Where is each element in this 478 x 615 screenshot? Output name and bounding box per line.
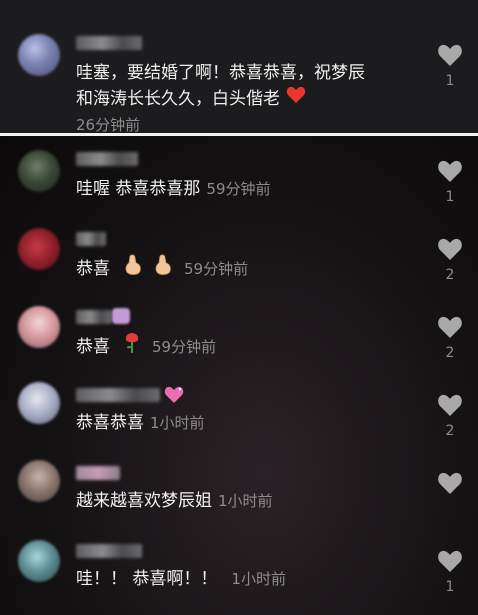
comment-text-content: 越来越喜欢梦辰姐 <box>76 491 212 511</box>
comment-text-content: 恭喜 <box>76 259 110 279</box>
pinched-fingers-emoji <box>124 254 142 284</box>
comment-time: 59分钟前 <box>206 180 271 198</box>
comment-time: 59分钟前 <box>184 260 249 278</box>
avatar[interactable] <box>18 34 60 76</box>
heart-icon <box>438 44 462 66</box>
comment-text: 哇喔 恭喜恭喜那 59分钟前 <box>76 176 271 202</box>
like-button[interactable]: 1 <box>436 550 464 595</box>
heart-icon <box>438 160 462 182</box>
sparkling-heart-emoji <box>164 386 184 404</box>
comment-text-content: 恭喜恭喜 <box>76 413 144 433</box>
comment-text-content: 恭喜 <box>76 337 110 357</box>
comment-text: 越来越喜欢梦辰姐 1小时前 <box>76 488 273 514</box>
like-button[interactable]: 2 <box>436 394 464 439</box>
like-button[interactable]: 1 <box>436 44 464 89</box>
username-blurred[interactable] <box>76 152 138 166</box>
comment-time: 26分钟前 <box>76 116 141 134</box>
like-count: 2 <box>445 345 455 361</box>
like-count: 1 <box>445 189 455 205</box>
comment-text: 恭喜 59分钟前 <box>76 332 216 362</box>
like-count: 2 <box>445 267 455 283</box>
heart-icon <box>438 394 462 416</box>
heart-icon <box>438 550 462 572</box>
avatar[interactable] <box>18 540 60 582</box>
avatar[interactable] <box>18 460 60 502</box>
comment-text-line2-content: 和海涛长长久久，白头偕老 <box>76 89 280 109</box>
username-blurred[interactable] <box>76 36 142 50</box>
comment-text-content: 哇！！ 恭喜啊！！ <box>76 569 218 589</box>
comment-text-line1: 哇塞，要结婚了啊！恭喜恭喜，祝梦辰 <box>76 63 365 83</box>
rose-emoji <box>124 332 140 362</box>
comment-time: 1小时前 <box>150 414 205 432</box>
comment-time: 1小时前 <box>218 492 273 510</box>
heart-icon <box>438 472 462 494</box>
like-count: 2 <box>445 423 455 439</box>
like-button[interactable]: 1 <box>436 160 464 205</box>
heart-icon <box>438 238 462 260</box>
username-blurred[interactable] <box>76 232 106 246</box>
comment-time: 1小时前 <box>231 570 286 588</box>
like-button[interactable] <box>436 472 464 495</box>
avatar[interactable] <box>18 150 60 192</box>
comment-text: 恭喜恭喜 1小时前 <box>76 410 205 436</box>
username-blurred[interactable] <box>76 310 112 324</box>
comment-text: 哇！！ 恭喜啊！！ 1小时前 <box>76 566 286 592</box>
pinched-fingers-emoji <box>154 254 172 284</box>
username-decoration <box>112 308 130 324</box>
like-count: 1 <box>445 73 455 89</box>
comment-list-panel <box>0 136 478 615</box>
heart-icon <box>438 316 462 338</box>
username-blurred[interactable] <box>76 544 142 558</box>
username-blurred[interactable] <box>76 388 160 402</box>
like-button[interactable]: 2 <box>436 238 464 283</box>
like-button[interactable]: 2 <box>436 316 464 361</box>
red-heart-emoji <box>286 86 306 112</box>
username-blurred[interactable] <box>76 466 120 480</box>
avatar[interactable] <box>18 228 60 270</box>
comment-time: 59分钟前 <box>152 338 217 356</box>
comment-text-content: 哇喔 恭喜恭喜那 <box>76 179 201 199</box>
avatar[interactable] <box>18 382 60 424</box>
comment-text-line2: 和海涛长长久久，白头偕老 <box>76 86 312 112</box>
like-count: 1 <box>445 579 455 595</box>
avatar[interactable] <box>18 306 60 348</box>
comment-text: 恭喜 59分钟前 <box>76 254 248 284</box>
